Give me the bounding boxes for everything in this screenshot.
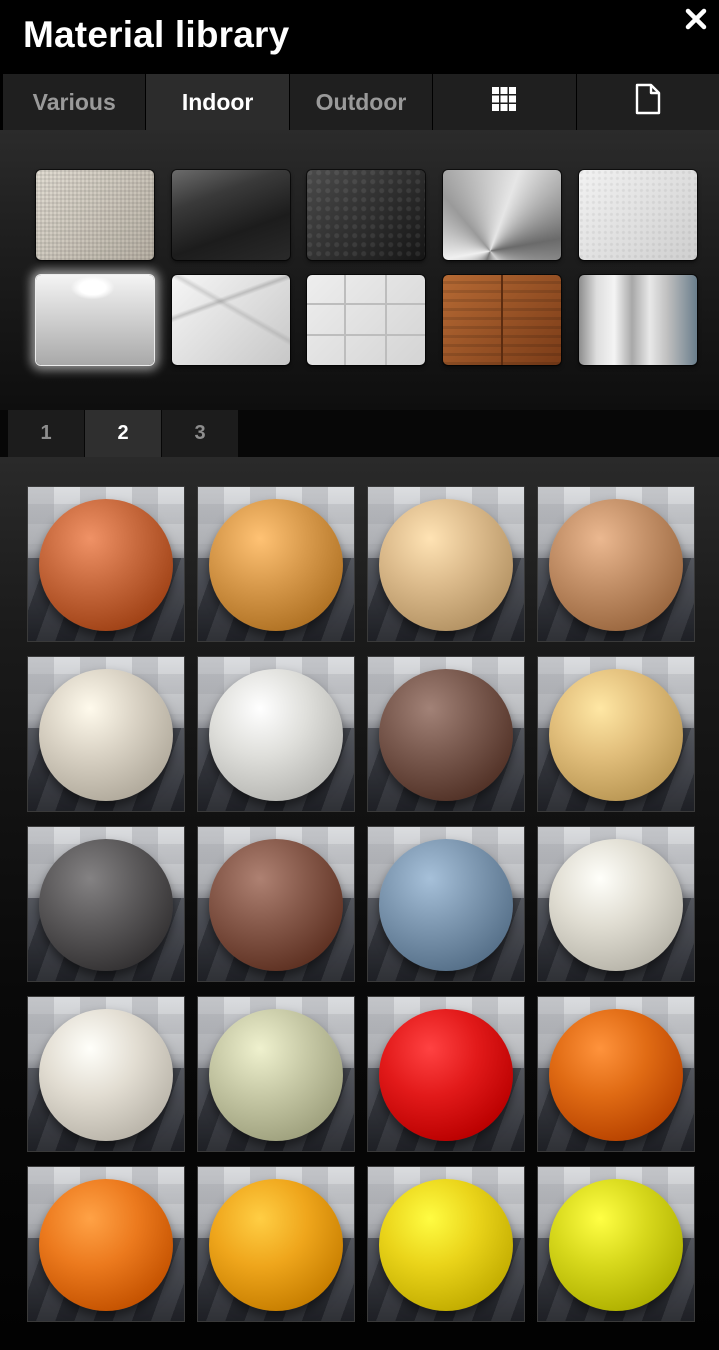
material-sphere: [209, 1179, 343, 1311]
material-preview-item[interactable]: [28, 997, 184, 1151]
material-preview-item[interactable]: [538, 487, 694, 641]
material-sphere: [209, 1009, 343, 1141]
material-preview-item[interactable]: [198, 827, 354, 981]
material-preview-item[interactable]: [368, 657, 524, 811]
white-gloss-swatch[interactable]: [36, 275, 154, 365]
material-sphere: [39, 499, 173, 631]
material-preview-grid: [0, 457, 719, 1350]
material-sphere: [209, 499, 343, 631]
page-label: 3: [194, 422, 206, 444]
material-preview-item[interactable]: [28, 827, 184, 981]
material-sphere: [549, 1179, 683, 1311]
tab-label: Outdoor: [315, 88, 407, 115]
tab-grid[interactable]: [433, 74, 576, 130]
material-sphere: [549, 1009, 683, 1141]
close-icon[interactable]: [684, 7, 708, 31]
material-preview-item[interactable]: [368, 1167, 524, 1321]
material-preview-item[interactable]: [198, 1167, 354, 1321]
material-sphere: [39, 839, 173, 971]
tiles-swatch[interactable]: [307, 275, 425, 365]
material-sphere: [549, 669, 683, 801]
grid-icon: [490, 85, 518, 119]
material-sphere: [549, 839, 683, 971]
material-preview-item[interactable]: [198, 997, 354, 1151]
page-label: 1: [40, 422, 52, 444]
material-preview-item[interactable]: [538, 997, 694, 1151]
wood-swatch[interactable]: [443, 275, 561, 365]
material-preview-item[interactable]: [28, 487, 184, 641]
material-sphere: [379, 499, 513, 631]
leather-swatch[interactable]: [307, 170, 425, 260]
material-preview-item[interactable]: [28, 1167, 184, 1321]
material-preview-item[interactable]: [198, 657, 354, 811]
material-preview-item[interactable]: [538, 657, 694, 811]
category-tabs: Various Indoor Outdoor: [3, 74, 719, 130]
material-sphere: [379, 1179, 513, 1311]
tab-file[interactable]: [576, 74, 719, 130]
material-sphere: [379, 669, 513, 801]
marble-swatch[interactable]: [172, 275, 290, 365]
material-sphere: [549, 499, 683, 631]
page-3-button[interactable]: 3: [162, 410, 238, 457]
material-sphere: [39, 1009, 173, 1141]
brushed-metal-swatch[interactable]: [443, 170, 561, 260]
material-preview-item[interactable]: [198, 487, 354, 641]
material-sphere: [209, 669, 343, 801]
file-icon: [635, 83, 661, 121]
tab-label: Indoor: [181, 88, 254, 115]
tab-outdoor[interactable]: Outdoor: [289, 74, 433, 130]
material-sphere: [209, 839, 343, 971]
page-label: 2: [117, 422, 129, 444]
tab-indoor[interactable]: Indoor: [146, 74, 289, 130]
page-selector: 1 2 3: [0, 410, 719, 457]
material-preview-item[interactable]: [538, 1167, 694, 1321]
window-title: Material library: [23, 14, 290, 55]
plaster-swatch[interactable]: [579, 170, 697, 260]
title-bar: Material library: [0, 0, 719, 74]
page-2-button[interactable]: 2: [85, 410, 161, 457]
tab-label: Various: [32, 88, 116, 115]
material-sphere: [379, 839, 513, 971]
material-category-swatches: [0, 130, 719, 410]
material-sphere: [39, 669, 173, 801]
material-preview-item[interactable]: [368, 487, 524, 641]
glass-swatch[interactable]: [579, 275, 697, 365]
material-sphere: [379, 1009, 513, 1141]
material-sphere: [39, 1179, 173, 1311]
fabric-swatch[interactable]: [36, 170, 154, 260]
page-1-button[interactable]: 1: [8, 410, 84, 457]
material-preview-item[interactable]: [28, 657, 184, 811]
tab-various[interactable]: Various: [3, 74, 146, 130]
black-gloss-swatch[interactable]: [172, 170, 290, 260]
material-preview-item[interactable]: [538, 827, 694, 981]
material-preview-item[interactable]: [368, 827, 524, 981]
material-preview-item[interactable]: [368, 997, 524, 1151]
